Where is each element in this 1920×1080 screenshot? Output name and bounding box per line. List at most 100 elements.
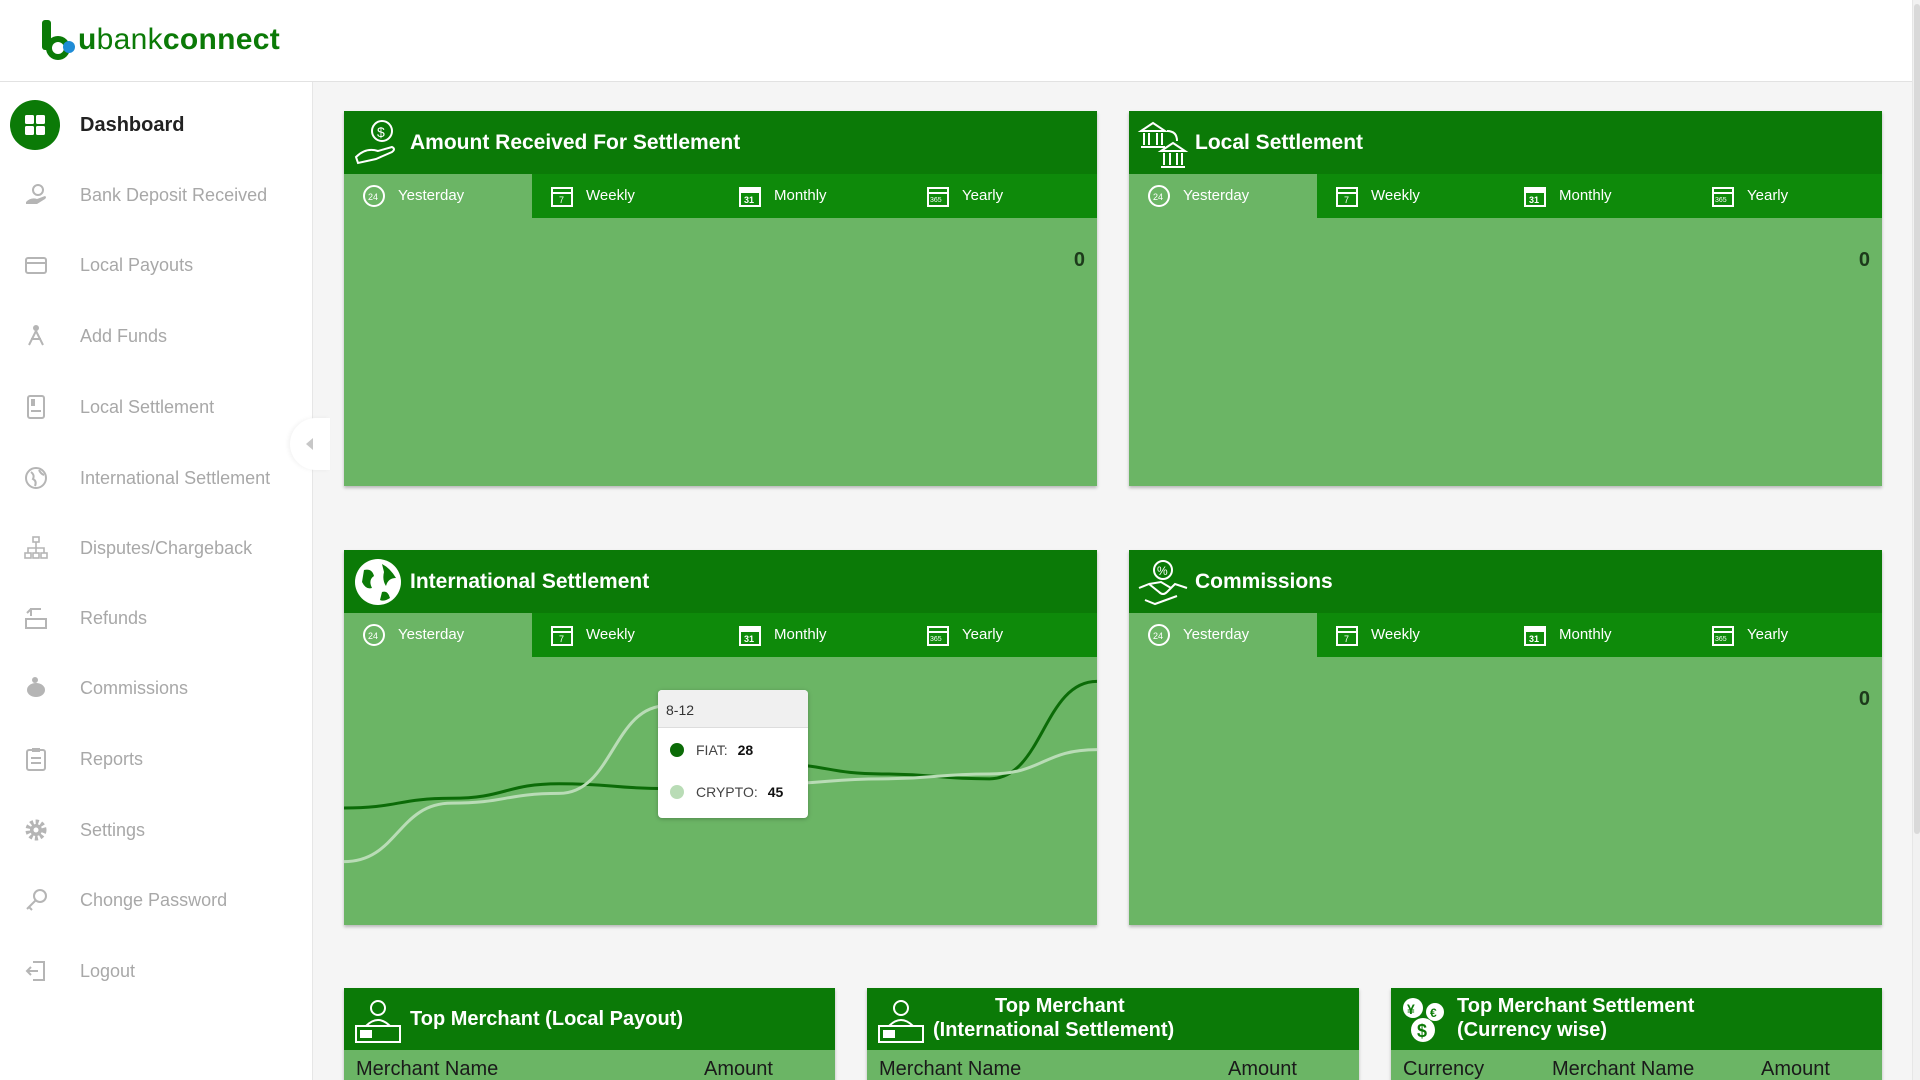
sidebar-item-local-payouts[interactable]: Local Payouts [0,237,313,293]
column-header-merchant-name[interactable]: Merchant Name [356,1058,498,1080]
card-header: Top Merchant (Local Payout) [344,988,835,1050]
24h-clock-icon: 24 [1148,624,1170,646]
sidebar-item-bank-deposit[interactable]: Bank Deposit Received [0,167,313,223]
globe-icon [22,464,50,492]
sidebar-item-disputes[interactable]: Disputes/Chargeback [0,520,313,576]
tab-yesterday[interactable]: 24 Yesterday [344,174,532,218]
card-commissions: % Commissions 24 Yesterday 7 Weekly 31 Mont… [1129,550,1882,925]
svg-text:24: 24 [368,192,378,202]
tab-monthly[interactable]: 31 Monthly [720,613,908,657]
svg-text:31: 31 [1529,195,1539,205]
calendar-7-icon: 7 [551,187,573,207]
sidebar-item-label: Bank Deposit Received [80,184,268,205]
column-header-merchant-name[interactable]: Merchant Name [1552,1058,1694,1080]
table-header-row: Merchant Name Amount [867,1050,1359,1080]
svg-text:24: 24 [1153,631,1163,641]
globe-icon [355,559,401,605]
tooltip-row-crypto: CRYPTO: 45 [670,784,783,800]
tab-yesterday[interactable]: 24 Yesterday [1129,613,1317,657]
tab-weekly[interactable]: 7 Weekly [532,174,720,218]
brand-name: ubankconnect [78,23,281,56]
sidebar-item-label: International Settlement [80,467,271,488]
tab-weekly[interactable]: 7 Weekly [1317,174,1505,218]
calendar-365-icon: 365 [927,626,949,646]
sidebar-item-commissions[interactable]: Commissions [0,660,313,716]
tab-yearly[interactable]: 365 Yearly [908,174,1096,218]
card-international-settlement: International Settlement 24 Yesterday 7 We… [344,550,1097,925]
tab-monthly[interactable]: 31 Monthly [720,174,908,218]
tooltip-title: 8-12 [658,690,808,728]
sidebar-item-refunds[interactable]: Refunds [0,590,313,646]
scrollbar-thumb[interactable] [1914,4,1920,834]
period-tabs: 24 Yesterday 7 Weekly 31 Monthly 365 Yearly [344,613,1097,657]
tab-yearly[interactable]: 365 Yearly [1693,174,1881,218]
column-header-amount[interactable]: Amount [1761,1058,1830,1080]
page-scrollbar[interactable] [1912,0,1920,1080]
chart-tooltip: 8-12 FIAT: 28 CRYPTO: 45 [658,690,808,818]
svg-text:¥: ¥ [1407,1001,1415,1017]
sidebar-item-local-settlement[interactable]: Local Settlement [0,379,313,435]
brand-logo[interactable]: ubankconnect [40,18,280,62]
period-tabs: 24 Yesterday 7 Weekly 31 Monthly 365 Yearly [1129,174,1882,218]
card-title: Commissions [1195,569,1333,593]
tab-yearly[interactable]: 365 Yearly [908,613,1096,657]
tab-yesterday[interactable]: 24 Yesterday [344,613,532,657]
column-header-amount[interactable]: Amount [1228,1058,1297,1080]
tab-weekly[interactable]: 7 Weekly [1317,613,1505,657]
column-header-amount[interactable]: Amount [704,1058,773,1080]
sidebar-item-logout[interactable]: Logout [0,943,313,999]
tab-weekly[interactable]: 7 Weekly [532,613,720,657]
period-tabs: 24 Yesterday 7 Weekly 31 Monthly 365 Yearly [344,174,1097,218]
sidebar-item-label: Chonge Password [80,889,228,910]
card-header: $ Amount Received For Settlement [344,111,1097,174]
sidebar-item-label: Dashboard [80,113,185,136]
hierarchy-icon [22,534,50,562]
sidebar-item-reports[interactable]: Reports [0,731,313,787]
merchant-icon [878,1000,924,1043]
tab-yearly[interactable]: 365 Yearly [1693,613,1881,657]
column-header-merchant-name[interactable]: Merchant Name [879,1058,1021,1080]
table-title: Top Merchant (International Settlement) [933,995,1175,1041]
brand-logo-mark [40,18,76,62]
sidebar-item-dashboard[interactable]: Dashboard [0,97,313,153]
card-amount-received: $ Amount Received For Settlement 24 Yeste… [344,111,1097,486]
tab-yesterday[interactable]: 24 Yesterday [1129,174,1317,218]
svg-text:€: € [1430,1006,1437,1020]
sidebar-item-international-settlement[interactable]: International Settlement [0,450,313,506]
currency-coins-icon: ¥ €$ [1403,998,1444,1042]
sidebar-item-change-password[interactable]: Chonge Password [0,872,313,928]
sidebar-item-label: Reports [80,748,144,769]
sidebar-item-add-funds[interactable]: Add Funds [0,308,313,364]
svg-text:$: $ [1417,1021,1427,1041]
calendar-7-icon: 7 [1336,187,1358,207]
top-header: ubankconnect [0,0,1920,82]
sidebar: Dashboard Bank Deposit Received Local Pa… [0,82,313,1080]
card-title: International Settlement [410,569,650,593]
sidebar-item-label: Local Payouts [80,254,194,275]
card-title: Amount Received For Settlement [410,130,741,154]
svg-text:31: 31 [744,634,754,644]
table-top-merchant-local: Top Merchant (Local Payout) Merchant Nam… [344,988,835,1080]
sidebar-item-settings[interactable]: Settings [0,802,313,858]
tab-monthly[interactable]: 31 Monthly [1505,613,1693,657]
funds-tree-icon [22,322,50,350]
ledger-icon [22,393,50,421]
svg-text:7: 7 [559,195,564,205]
24h-clock-icon: 24 [363,185,385,207]
svg-text:365: 365 [930,197,942,204]
card-value: 0 [1858,688,1870,710]
merchant-icon [355,1000,401,1043]
svg-text:365: 365 [1715,197,1727,204]
sidebar-item-label: Logout [80,960,136,981]
calendar-31-icon: 31 [739,626,761,646]
key-icon [22,886,50,914]
svg-text:24: 24 [368,631,378,641]
svg-text:24: 24 [1153,192,1163,202]
column-header-currency[interactable]: Currency [1403,1058,1484,1080]
dashboard-grid-icon [10,100,60,150]
tab-monthly[interactable]: 31 Monthly [1505,174,1693,218]
chevron-left-icon [306,438,313,450]
money-hand-icon: $ [354,120,395,165]
sidebar-item-label: Commissions [80,677,189,698]
table-top-merchant-currency: ¥ € $ Top Merchant Settlement (Currency wis… [1391,988,1882,1080]
